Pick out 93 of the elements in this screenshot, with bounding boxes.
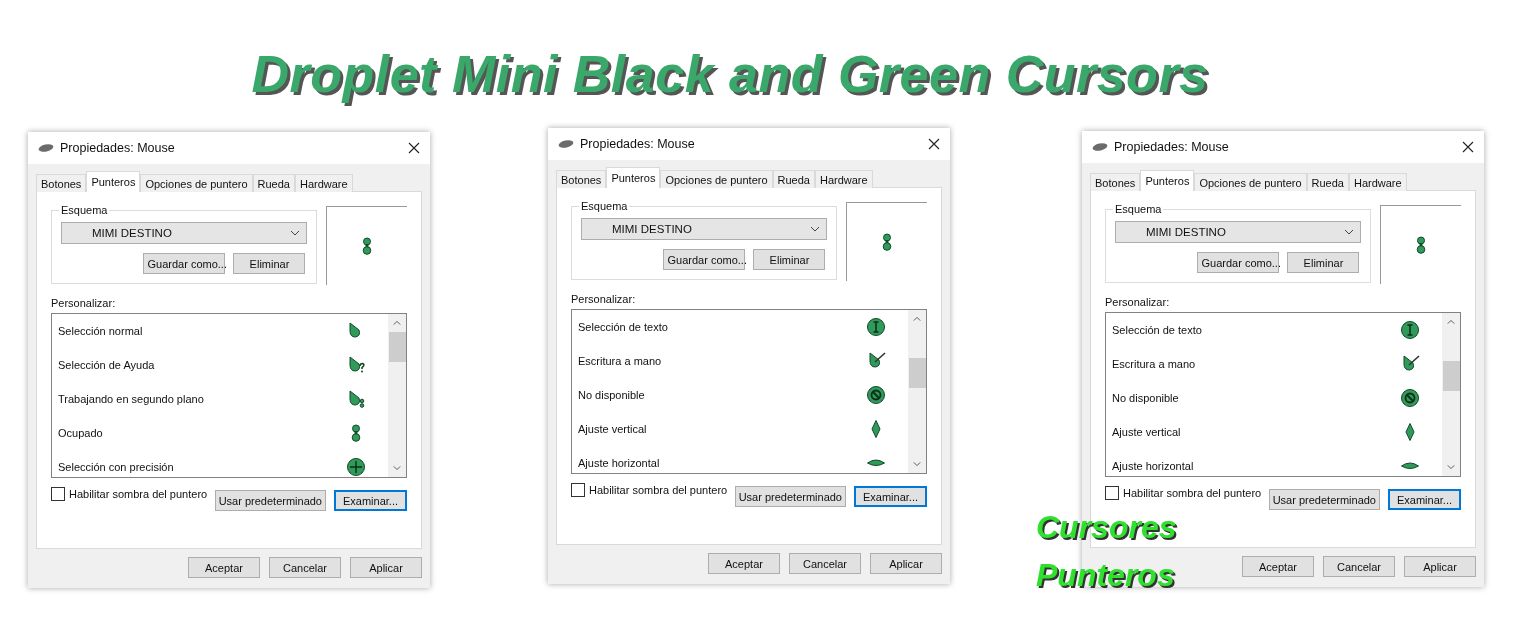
scheme-button[interactable]: Guardar como... [143, 253, 226, 274]
dialog-button[interactable]: Cancelar [789, 553, 861, 574]
pointer-name[interactable]: Selección de texto [578, 321, 668, 333]
tab[interactable]: Hardware [1348, 173, 1407, 191]
scheme-dropdown[interactable]: MIMI DESTINO [581, 218, 828, 240]
action-button[interactable]: Usar predeterminado [214, 490, 326, 511]
mouse-icon [558, 139, 574, 149]
scheme-button[interactable]: Guardar como... [663, 249, 746, 270]
window-title: Propiedades: Mouse [580, 137, 696, 151]
dialog-button[interactable]: Aplicar [870, 553, 942, 574]
tab[interactable]: Punteros [1140, 170, 1195, 191]
close-icon[interactable] [928, 138, 940, 150]
pointer-name[interactable]: Ocupado [58, 427, 103, 439]
customize-label: Personalizar: [571, 293, 637, 305]
pointer-name[interactable]: Ajuste vertical [578, 423, 647, 435]
scrollbar-thumb[interactable] [1442, 361, 1460, 391]
scroll-up-icon[interactable] [1447, 319, 1455, 325]
action-button[interactable]: Examinar... [334, 490, 407, 511]
caption-text: Cursores [1036, 508, 1177, 546]
pointer-name[interactable]: Selección de Ayuda [58, 359, 155, 371]
window-title: Propiedades: Mouse [1114, 140, 1230, 154]
tab[interactable]: Opciones de puntero [660, 170, 773, 188]
scheme-button[interactable]: Eliminar [233, 253, 306, 274]
scroll-up-icon[interactable] [393, 320, 401, 326]
pointer-name[interactable]: Escritura a mano [578, 355, 662, 367]
scrollbar-thumb[interactable] [388, 332, 406, 362]
pointer-name[interactable]: Selección de texto [1112, 324, 1202, 336]
pointer-name[interactable]: Ajuste horizontal [578, 457, 660, 469]
dialog-button[interactable]: Cancelar [269, 557, 341, 578]
scrollbar-thumb[interactable] [908, 358, 926, 388]
customize-label: Personalizar: [1105, 296, 1171, 308]
dialog-button[interactable]: Aceptar [1242, 556, 1314, 577]
dialog-button[interactable]: Aceptar [708, 553, 780, 574]
scrollbar[interactable] [1442, 313, 1460, 476]
checkbox-label: Habilitar sombra del puntero [589, 484, 728, 496]
scheme-button[interactable]: Eliminar [753, 249, 826, 270]
scrollbar[interactable] [388, 314, 406, 477]
scheme-dropdown[interactable]: MIMI DESTINO [61, 222, 308, 244]
close-icon[interactable] [1462, 141, 1474, 153]
tab[interactable]: Botones [1090, 173, 1141, 191]
action-button[interactable]: Examinar... [1388, 489, 1461, 510]
checkbox[interactable] [1105, 486, 1119, 500]
group-label: Esquema [580, 200, 629, 212]
pointer-name[interactable]: No disponible [578, 389, 645, 401]
pointer-name[interactable]: Ajuste vertical [1112, 426, 1181, 438]
tab[interactable]: Rueda [772, 170, 815, 188]
close-icon[interactable] [408, 142, 420, 154]
pointer-name[interactable]: Selección normal [58, 325, 143, 337]
tab[interactable]: Punteros [86, 171, 141, 192]
action-button[interactable]: Usar predeterminado [1268, 489, 1380, 510]
scrollbar[interactable] [908, 310, 926, 473]
mouse-icon [1092, 142, 1108, 152]
group-label: Esquema [60, 204, 109, 216]
tab[interactable]: Botones [556, 170, 607, 188]
dialog-button[interactable]: Aceptar [188, 557, 260, 578]
pointer-name[interactable]: Selección con precisión [58, 461, 174, 473]
scheme-button[interactable]: Guardar como... [1197, 252, 1280, 273]
checkbox-label: Habilitar sombra del puntero [1123, 487, 1262, 499]
headline: Droplet Mini Black and Green Cursors [250, 44, 1210, 104]
tab[interactable]: Opciones de puntero [1194, 173, 1307, 191]
scroll-down-icon[interactable] [393, 465, 401, 471]
pointer-name[interactable]: Escritura a mano [1112, 358, 1196, 370]
dialog-button[interactable]: Cancelar [1323, 556, 1395, 577]
checkbox[interactable] [51, 487, 65, 501]
pointer-name[interactable]: Trabajando en segundo plano [58, 393, 204, 405]
scheme-button[interactable]: Eliminar [1287, 252, 1360, 273]
checkbox[interactable] [571, 483, 585, 497]
dialog-button[interactable]: Aplicar [350, 557, 422, 578]
tab[interactable]: Botones [36, 174, 87, 192]
tab[interactable]: Rueda [1306, 173, 1349, 191]
action-button[interactable]: Examinar... [854, 486, 927, 507]
scroll-down-icon[interactable] [1447, 464, 1455, 470]
scheme-dropdown[interactable]: MIMI DESTINO [1115, 221, 1362, 243]
dialog-button[interactable]: Aplicar [1404, 556, 1476, 577]
customize-label: Personalizar: [51, 297, 117, 309]
pointer-name[interactable]: No disponible [1112, 392, 1179, 404]
window-title: Propiedades: Mouse [60, 141, 176, 155]
checkbox-label: Habilitar sombra del puntero [69, 488, 208, 500]
action-button[interactable]: Usar predeterminado [734, 486, 846, 507]
tab[interactable]: Hardware [814, 170, 873, 188]
chevron-down-icon [290, 230, 301, 236]
chevron-down-icon [810, 226, 821, 232]
mouse-icon [38, 143, 54, 153]
caption-text: Punteros [1036, 556, 1175, 594]
tab[interactable]: Opciones de puntero [140, 174, 253, 192]
scroll-down-icon[interactable] [913, 461, 921, 467]
tab[interactable]: Rueda [252, 174, 295, 192]
chevron-down-icon [1344, 229, 1355, 235]
tab[interactable]: Punteros [606, 167, 661, 188]
tab[interactable]: Hardware [294, 174, 353, 192]
pointer-name[interactable]: Ajuste horizontal [1112, 460, 1194, 472]
group-label: Esquema [1114, 203, 1163, 215]
scroll-up-icon[interactable] [913, 316, 921, 322]
